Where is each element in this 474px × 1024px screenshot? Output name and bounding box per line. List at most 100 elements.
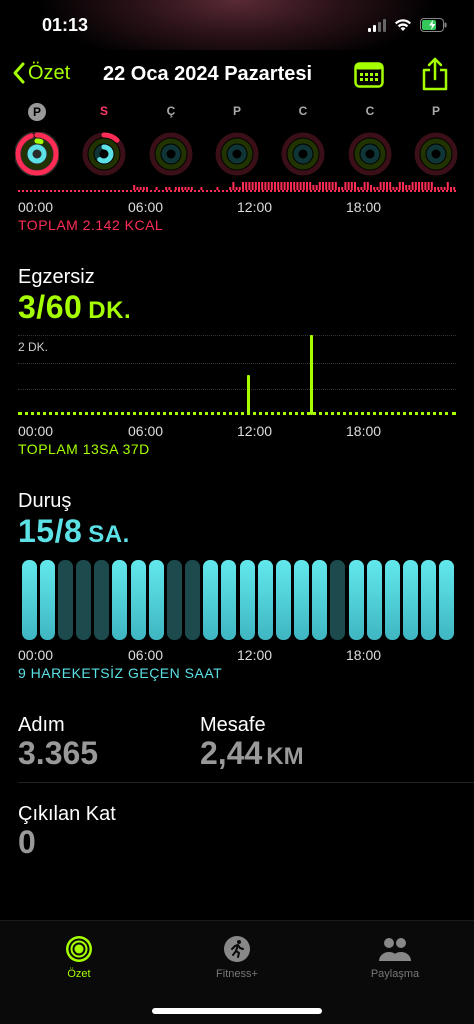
divider <box>18 782 474 783</box>
status-icons <box>368 16 448 34</box>
stand-hour-bar <box>76 560 92 640</box>
stand-hour-bar <box>185 560 201 640</box>
activity-rings-icon <box>414 132 458 176</box>
stand-hour-bar <box>330 560 346 640</box>
tab-summary[interactable]: Özet <box>19 935 139 980</box>
move-bar <box>293 182 296 190</box>
floors-value: 0 <box>18 824 36 860</box>
week-selector: PSÇPCCP <box>0 100 474 180</box>
move-bar <box>258 182 260 190</box>
move-bar <box>363 182 366 190</box>
day-3[interactable]: P <box>212 100 262 180</box>
move-bar <box>379 182 382 190</box>
move-bar <box>245 182 248 190</box>
tab-sharing[interactable]: Paylaşma <box>335 935 455 980</box>
axis-label: 18:00 <box>346 423 382 439</box>
move-bar <box>274 182 276 190</box>
people-icon <box>379 938 411 961</box>
share-icon[interactable] <box>420 57 450 91</box>
day-0[interactable]: P <box>12 100 62 180</box>
axis-label: 00:00 <box>18 199 54 215</box>
move-bar <box>325 182 328 190</box>
exercise-amount: 3/60 <box>18 289 83 325</box>
move-bar <box>424 182 427 190</box>
exercise-title: Egzersiz <box>18 266 95 288</box>
move-bar <box>331 182 334 190</box>
stand-hour-bar <box>257 560 273 640</box>
move-bar <box>216 187 219 190</box>
move-bar <box>450 187 452 190</box>
move-bar <box>427 182 430 190</box>
distance-amount: 2,44 <box>200 735 263 771</box>
move-bar <box>398 182 401 190</box>
move-bar <box>286 182 289 190</box>
stand-value: 15/8 SA. <box>18 513 130 550</box>
move-bar <box>382 182 385 190</box>
move-total: TOPLAM 2.142 KCAL <box>18 217 164 233</box>
activity-rings-icon <box>149 132 193 176</box>
move-bar <box>181 187 184 190</box>
status-bar: 01:13 <box>0 0 474 50</box>
move-bar <box>312 185 315 190</box>
move-bar <box>254 182 257 190</box>
axis-label: 00:00 <box>18 423 54 439</box>
move-bar <box>350 182 353 190</box>
day-4[interactable]: C <box>278 100 328 180</box>
exercise-bar <box>247 375 250 415</box>
stand-hour-bar <box>366 560 382 640</box>
status-time: 01:13 <box>42 15 89 35</box>
stand-hour-bar <box>312 560 328 640</box>
move-bar <box>248 182 251 190</box>
move-bar <box>270 182 273 190</box>
day-2[interactable]: Ç <box>146 100 196 180</box>
stand-summary: 9 HAREKETSİZ GEÇEN SAAT <box>18 665 223 681</box>
axis-label: 06:00 <box>128 199 164 215</box>
move-bar <box>302 182 305 190</box>
day-6[interactable]: P <box>411 100 461 180</box>
day-5[interactable]: C <box>345 100 395 180</box>
move-bar <box>411 182 414 190</box>
move-bar <box>174 187 177 190</box>
tab-fitness-plus[interactable]: Fitness+ <box>177 935 297 980</box>
stand-hour-bar <box>239 560 255 640</box>
move-bar <box>235 187 238 190</box>
calendar-icon[interactable] <box>354 62 384 88</box>
move-bar <box>251 182 254 190</box>
navigation-bar: Özet 22 Oca 2024 Pazartesi <box>0 50 474 100</box>
move-bar <box>322 182 324 190</box>
back-button[interactable]: Özet <box>12 61 70 85</box>
exercise-baseline <box>18 412 456 415</box>
axis-label: 12:00 <box>237 199 273 215</box>
axis-label: 06:00 <box>128 647 164 663</box>
day-letter: P <box>232 104 241 118</box>
move-bar <box>347 182 350 190</box>
wifi-icon <box>395 19 411 31</box>
exercise-value: 3/60 DK. <box>18 289 131 326</box>
stand-unit: SA. <box>88 521 130 548</box>
move-bar <box>376 187 379 190</box>
move-bar <box>306 182 308 190</box>
move-bar <box>354 182 356 190</box>
stand-hour-bar <box>166 560 182 640</box>
stand-hour-bar <box>384 560 400 640</box>
move-bar <box>261 182 264 190</box>
move-bar <box>360 187 363 190</box>
home-indicator <box>152 1008 322 1014</box>
move-bar <box>344 182 347 190</box>
move-bar <box>242 182 244 190</box>
move-bar <box>421 182 424 190</box>
cellular-signal-icon <box>368 18 386 32</box>
battery-charging-icon <box>420 18 447 32</box>
gridline <box>18 335 456 336</box>
axis-label: 18:00 <box>346 199 382 215</box>
day-1[interactable]: S <box>79 100 129 180</box>
activity-rings-icon <box>215 132 259 176</box>
move-bar <box>408 185 411 190</box>
move-bar <box>283 182 286 190</box>
move-bar <box>453 187 456 190</box>
activity-rings-icon <box>15 132 59 176</box>
move-bar <box>136 187 139 190</box>
move-bar <box>142 187 145 190</box>
stand-hour-bar <box>275 560 291 640</box>
activity-rings-icon <box>66 936 92 962</box>
